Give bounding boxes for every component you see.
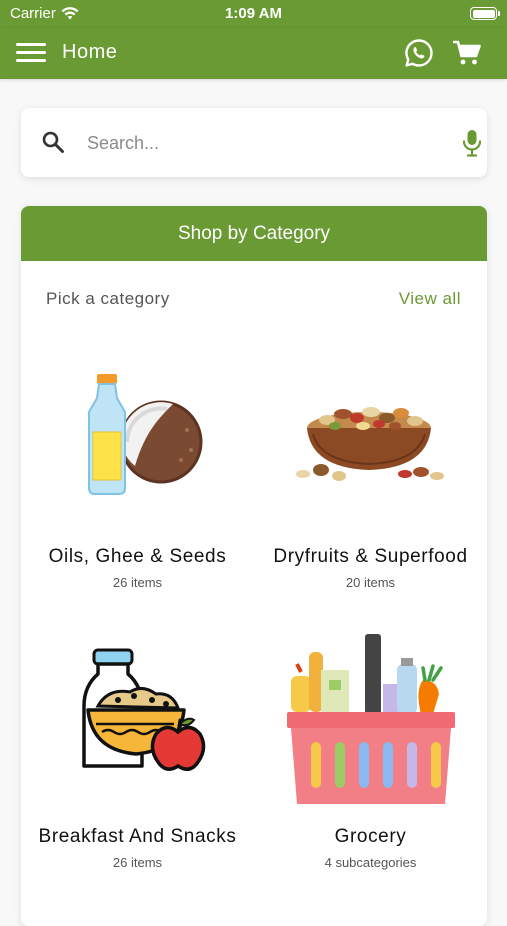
pick-category-label: Pick a category xyxy=(46,289,170,308)
category-image xyxy=(21,628,254,818)
category-item-breakfast[interactable]: Breakfast And Snacks 26 items xyxy=(21,628,254,870)
category-name: Breakfast And Snacks xyxy=(38,826,237,847)
category-count: 4 subcategories xyxy=(324,855,417,870)
category-item-dryfruits[interactable]: Dryfruits & Superfood 20 items xyxy=(254,348,487,590)
status-bar: Carrier 1:09 AM xyxy=(0,0,507,28)
category-header: Shop by Category xyxy=(21,206,487,261)
grocery-basket-icon xyxy=(286,634,455,804)
category-name: Oils, Ghee & Seeds xyxy=(48,546,227,567)
search-icon xyxy=(42,131,64,153)
battery-icon xyxy=(470,7,500,20)
category-card: Shop by Category Pick a category View al… xyxy=(21,206,487,926)
category-image xyxy=(254,348,487,538)
whatsapp-icon[interactable] xyxy=(404,38,434,68)
category-item-grocery[interactable]: Grocery 4 subcategories xyxy=(254,628,487,870)
page-title: Home xyxy=(62,41,118,63)
category-name: Dryfruits & Superfood xyxy=(273,546,468,567)
microphone-icon[interactable] xyxy=(461,129,483,157)
hamburger-menu-icon[interactable] xyxy=(16,43,46,63)
breakfast-bowl-milk-apple-icon xyxy=(81,648,205,771)
category-image xyxy=(254,628,487,818)
app-bar: Home xyxy=(0,28,507,79)
clock: 1:09 AM xyxy=(225,5,282,22)
category-image xyxy=(21,348,254,538)
category-count: 26 items xyxy=(112,575,163,590)
search-bar xyxy=(21,108,487,177)
category-count: 26 items xyxy=(112,855,163,870)
category-item-oils[interactable]: Oils, Ghee & Seeds 26 items xyxy=(21,348,254,590)
search-input[interactable] xyxy=(87,126,427,160)
category-count: 20 items xyxy=(345,575,396,590)
oil-bottle-coconut-icon xyxy=(87,374,202,495)
dryfruit-bowl-icon xyxy=(295,407,444,481)
category-name: Grocery xyxy=(334,826,407,847)
view-all-link[interactable]: View all xyxy=(399,289,461,309)
cart-icon[interactable] xyxy=(453,40,481,66)
